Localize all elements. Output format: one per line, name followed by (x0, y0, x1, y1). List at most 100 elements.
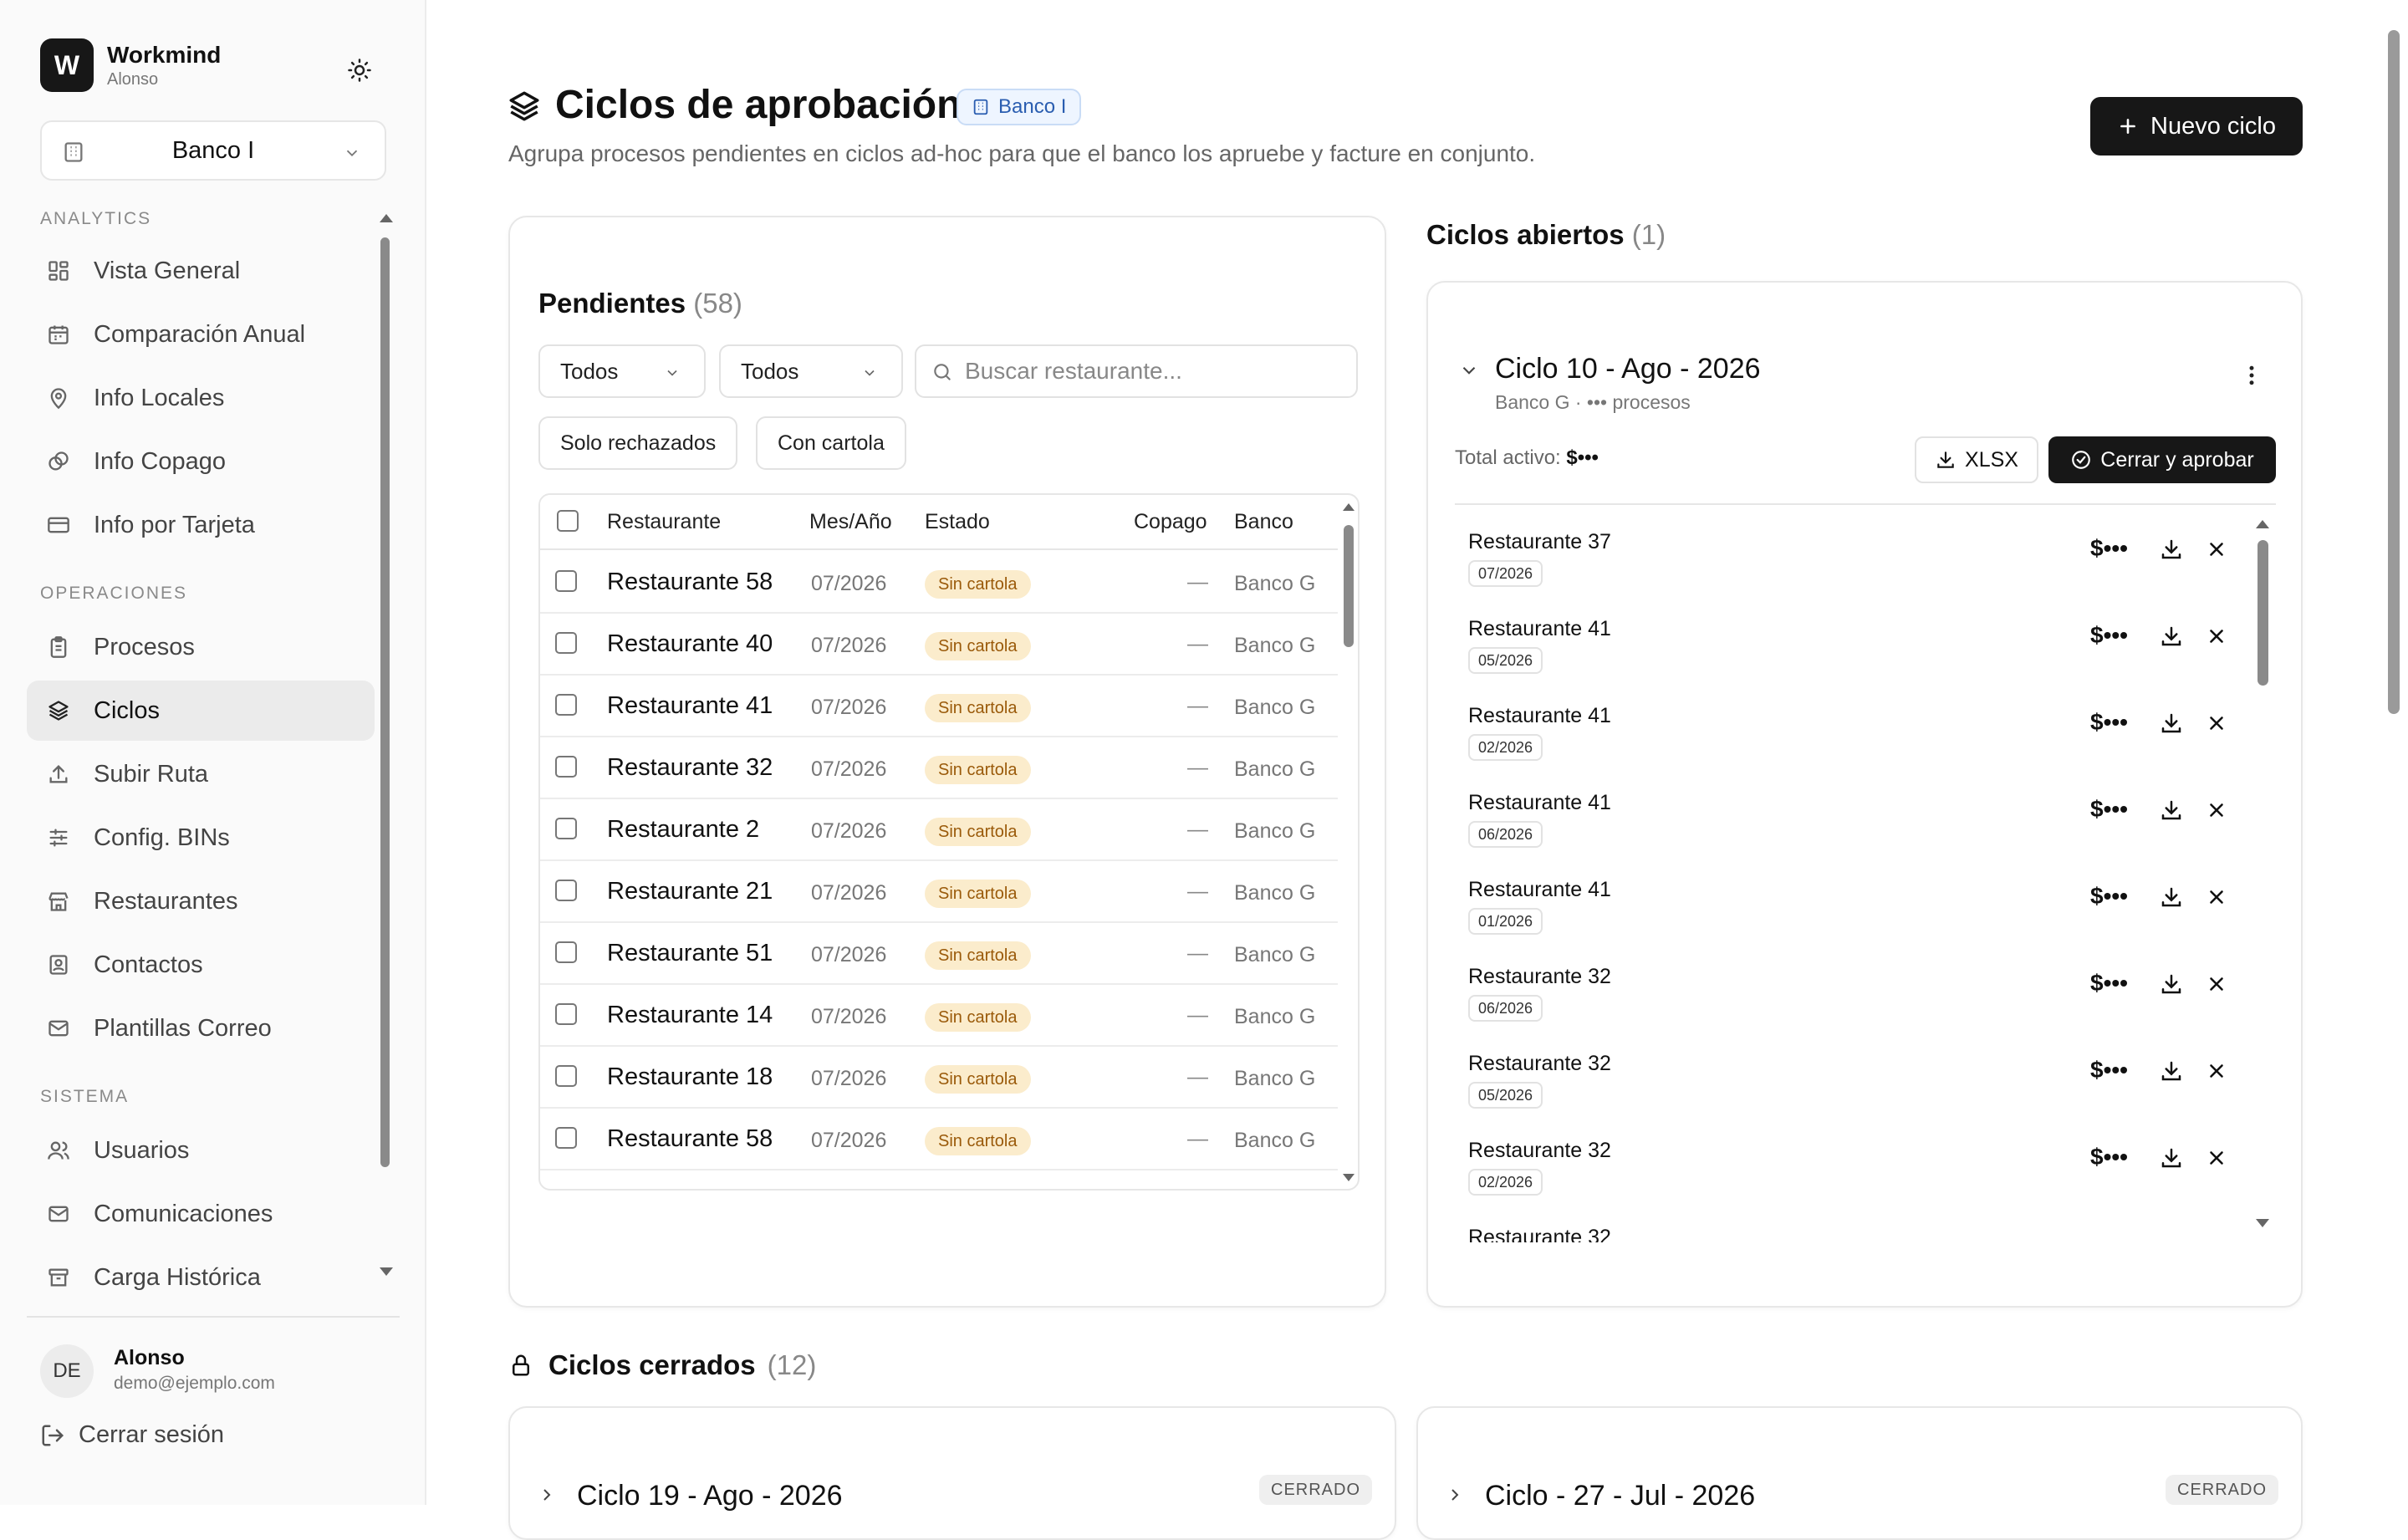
row-checkbox[interactable] (555, 941, 577, 963)
chevron-right-icon (1451, 1489, 1459, 1501)
status-badge: Sin cartola (925, 694, 1031, 722)
sidebar-item-vista-general[interactable]: Vista General (27, 241, 375, 301)
row-restaurant: Restaurante 58 (607, 569, 773, 595)
filter-chip-rejected[interactable]: Solo rechazados (538, 416, 738, 470)
table-row[interactable]: Restaurante 21 07/2026 Sin cartola — Banco G (540, 861, 1338, 923)
column-header-restaurante[interactable]: Restaurante (607, 510, 721, 534)
new-cycle-button[interactable]: Nuevo ciclo (2090, 97, 2303, 156)
table-row[interactable]: Restaurante 58 07/2026 Sin cartola — Banco G (540, 552, 1338, 614)
remove-item-button[interactable] (2206, 799, 2227, 821)
avatar[interactable]: DE (40, 1344, 94, 1398)
sidebar-item-restaurantes[interactable]: Restaurantes (27, 871, 375, 931)
sidebar-item-config-bins[interactable]: Config. BINs (27, 808, 375, 868)
item-restaurant: Restaurante 41 (1468, 878, 1611, 901)
download-item-button[interactable] (2159, 624, 2184, 649)
row-checkbox[interactable] (555, 694, 577, 716)
sidebar-scroll-up[interactable] (380, 214, 393, 222)
remove-item-button[interactable] (2206, 1060, 2227, 1082)
column-header-estado[interactable]: Estado (925, 510, 990, 534)
row-checkbox[interactable] (555, 818, 577, 839)
table-row[interactable] (540, 1170, 1338, 1191)
download-item-button[interactable] (2159, 798, 2184, 823)
items-scroll-down[interactable] (2256, 1219, 2269, 1227)
download-item-button[interactable] (2159, 711, 2184, 736)
remove-item-button[interactable] (2206, 886, 2227, 908)
table-scroll-down[interactable] (1343, 1174, 1354, 1181)
remove-item-button[interactable] (2206, 625, 2227, 647)
search-input[interactable] (963, 354, 1339, 388)
table-row[interactable]: Restaurante 41 07/2026 Sin cartola — Banco G (540, 676, 1338, 737)
table-row[interactable]: Restaurante 32 07/2026 Sin cartola — Banco G (540, 737, 1338, 799)
sidebar-item-info-por-tarjeta[interactable]: Info por Tarjeta (27, 495, 375, 555)
table-scrollbar[interactable] (1344, 525, 1354, 647)
table-scroll-up[interactable] (1343, 503, 1354, 511)
chevron-down-icon[interactable] (1458, 360, 1480, 381)
table-row[interactable]: Restaurante 58 07/2026 Sin cartola — Banco G (540, 1109, 1338, 1170)
sidebar-scroll-down[interactable] (380, 1267, 393, 1276)
row-checkbox[interactable] (555, 1189, 577, 1191)
bank-selector-value: Banco I (171, 136, 255, 164)
closed-cycle-card[interactable]: Ciclo - 27 - Jul - 2026 CERRADO (1416, 1406, 2303, 1540)
sidebar-item-comparacion-anual[interactable]: Comparación Anual (27, 304, 375, 365)
column-header-mes-ano[interactable]: Mes/Año (809, 510, 892, 534)
sidebar-item-procesos[interactable]: Procesos (27, 617, 375, 677)
sidebar-item-plantillas-correo[interactable]: Plantillas Correo (27, 998, 375, 1058)
row-checkbox[interactable] (555, 1003, 577, 1025)
sidebar-item-info-locales[interactable]: Info Locales (27, 368, 375, 428)
row-checkbox[interactable] (555, 1127, 577, 1149)
sidebar-item-ciclos[interactable]: Ciclos (27, 681, 375, 741)
remove-item-button[interactable] (2206, 538, 2227, 560)
sidebar-item-info-copago[interactable]: Info Copago (27, 431, 375, 492)
filter-chip-cartola[interactable]: Con cartola (756, 416, 906, 470)
xlsx-export-button[interactable]: XLSX (1915, 436, 2038, 483)
sidebar-item-comunicaciones[interactable]: Comunicaciones (27, 1184, 375, 1244)
item-restaurant: Restaurante 32 (1468, 1226, 1611, 1242)
table-row[interactable]: Restaurante 2 07/2026 Sin cartola — Banco G (540, 799, 1338, 861)
download-item-button[interactable] (2159, 971, 2184, 997)
column-header-copago[interactable]: Copago (1134, 510, 1207, 534)
sidebar-item-subir-ruta[interactable]: Subir Ruta (27, 744, 375, 804)
select-all-checkbox[interactable] (557, 510, 579, 532)
table-row[interactable]: Restaurante 14 07/2026 Sin cartola — Banco G (540, 985, 1338, 1047)
theme-toggle-button[interactable] (341, 52, 378, 89)
page-scrollbar[interactable] (2388, 30, 2400, 714)
item-date-badge: 06/2026 (1468, 821, 1543, 848)
table-row[interactable]: Restaurante 18 07/2026 Sin cartola — Banco G (540, 1047, 1338, 1109)
download-item-button[interactable] (2159, 537, 2184, 562)
bank-filter-select[interactable]: Todos (719, 344, 903, 398)
bank-selector[interactable]: Banco I (40, 120, 386, 181)
sidebar-item-label: Subir Ruta (94, 760, 209, 788)
store-icon (48, 892, 69, 911)
layout-grid-icon (48, 261, 69, 281)
download-item-button[interactable] (2159, 1058, 2184, 1084)
closed-cycle-card[interactable]: Ciclo 19 - Ago - 2026 CERRADO (508, 1406, 1396, 1540)
close-icon (2210, 716, 2223, 730)
row-checkbox[interactable] (555, 1065, 577, 1087)
row-checkbox[interactable] (555, 632, 577, 654)
sidebar-item-usuarios[interactable]: Usuarios (27, 1120, 375, 1180)
items-scrollbar[interactable] (2258, 540, 2268, 686)
row-checkbox[interactable] (555, 570, 577, 592)
remove-item-button[interactable] (2206, 712, 2227, 734)
sidebar-scrollbar[interactable] (380, 237, 390, 1167)
more-vertical-icon[interactable] (2239, 363, 2264, 388)
search-field[interactable] (915, 344, 1358, 398)
divider (1455, 503, 2276, 505)
sidebar-item-contactos[interactable]: Contactos (27, 935, 375, 995)
column-header-banco[interactable]: Banco (1234, 510, 1293, 534)
row-checkbox[interactable] (555, 880, 577, 901)
row-checkbox[interactable] (555, 756, 577, 778)
table-row[interactable]: Restaurante 40 07/2026 Sin cartola — Banco G (540, 614, 1338, 676)
download-item-button[interactable] (2159, 1145, 2184, 1170)
remove-item-button[interactable] (2206, 1147, 2227, 1169)
sidebar-item-carga-historica[interactable]: Carga Histórica (27, 1247, 375, 1308)
items-scroll-up[interactable] (2256, 520, 2269, 528)
status-filter-select[interactable]: Todos (538, 344, 706, 398)
close-approve-button[interactable]: Cerrar y aprobar (2048, 436, 2276, 483)
row-date: 07/2026 (811, 572, 887, 595)
download-item-button[interactable] (2159, 885, 2184, 910)
log-out-icon (42, 1425, 64, 1446)
logout-button[interactable]: Cerrar sesión (40, 1421, 224, 1449)
table-row[interactable]: Restaurante 51 07/2026 Sin cartola — Banco G (540, 923, 1338, 985)
remove-item-button[interactable] (2206, 973, 2227, 995)
